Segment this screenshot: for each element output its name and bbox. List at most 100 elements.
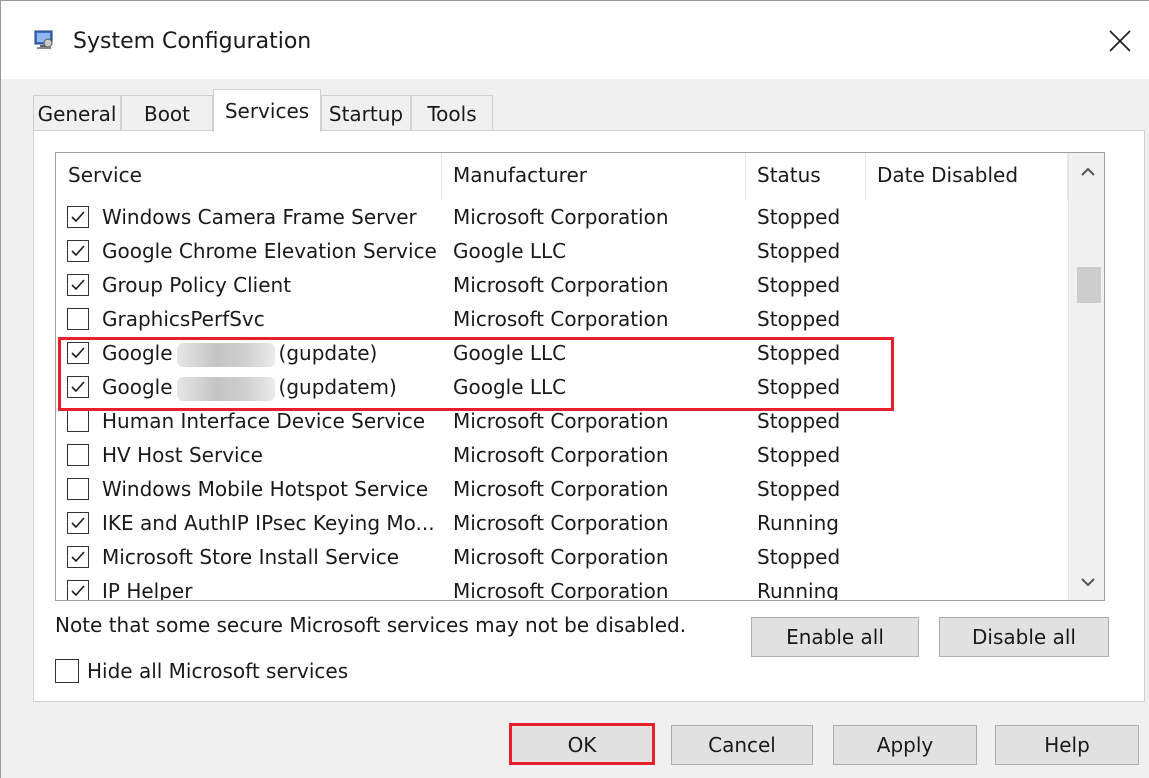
list-header: Service Manufacturer Status Date Disable… — [56, 153, 1068, 200]
service-name-prefix: Google — [102, 341, 173, 365]
service-checkbox[interactable] — [67, 342, 89, 364]
column-header-date-disabled[interactable]: Date Disabled — [877, 163, 1018, 187]
scroll-up-button[interactable] — [1069, 157, 1104, 187]
service-status: Stopped — [757, 443, 841, 467]
table-row[interactable]: Google (gupdatem) Google LLC Stopped — [56, 371, 1068, 405]
help-button[interactable]: Help — [995, 725, 1139, 765]
table-row[interactable]: IKE and AuthIP IPsec Keying Mo... Micros… — [56, 507, 1068, 541]
window-title: System Configuration — [73, 29, 312, 54]
table-row[interactable]: Human Interface Device Service Microsoft… — [56, 405, 1068, 439]
table-row[interactable]: IP Helper Microsoft Corporation Running — [56, 575, 1068, 601]
disable-all-button[interactable]: Disable all — [939, 617, 1109, 657]
table-row[interactable]: Windows Camera Frame Server Microsoft Co… — [56, 201, 1068, 235]
table-row[interactable]: GraphicsPerfSvc Microsoft Corporation St… — [56, 303, 1068, 337]
service-manufacturer: Microsoft Corporation — [453, 205, 669, 229]
service-status: Stopped — [757, 307, 841, 331]
ok-button[interactable]: OK — [511, 725, 653, 765]
service-manufacturer: Google LLC — [453, 239, 567, 263]
checkmark-icon — [71, 245, 85, 257]
service-manufacturer: Microsoft Corporation — [453, 477, 669, 501]
column-divider[interactable] — [865, 153, 866, 200]
apply-button[interactable]: Apply — [833, 725, 977, 765]
tab-services[interactable]: Services — [213, 89, 321, 132]
column-header-status[interactable]: Status — [757, 163, 821, 187]
service-manufacturer: Microsoft Corporation — [453, 307, 669, 331]
hide-microsoft-services-checkbox[interactable] — [55, 659, 79, 683]
redacted-text — [176, 342, 275, 367]
service-checkbox[interactable] — [67, 410, 89, 432]
service-manufacturer: Microsoft Corporation — [453, 409, 669, 433]
service-status: Stopped — [757, 545, 841, 569]
service-name-suffix: (gupdate) — [278, 341, 378, 365]
service-manufacturer: Microsoft Corporation — [453, 511, 669, 535]
hide-microsoft-services-label[interactable]: Hide all Microsoft services — [87, 659, 348, 683]
service-manufacturer: Google LLC — [453, 341, 567, 365]
service-checkbox[interactable] — [67, 512, 89, 534]
table-row[interactable]: Windows Mobile Hotspot Service Microsoft… — [56, 473, 1068, 507]
table-row[interactable]: Google Chrome Elevation Service Google L… — [56, 235, 1068, 269]
scroll-down-button[interactable] — [1069, 567, 1104, 597]
checkmark-icon — [71, 517, 85, 529]
checkmark-icon — [71, 551, 85, 563]
table-row[interactable]: Google (gupdate) Google LLC Stopped — [56, 337, 1068, 371]
table-row[interactable]: Group Policy Client Microsoft Corporatio… — [56, 269, 1068, 303]
msconfig-icon — [34, 30, 53, 49]
service-name: Google (gupdate) — [102, 341, 442, 367]
service-manufacturer: Microsoft Corporation — [453, 443, 669, 467]
service-name-prefix: Google — [102, 375, 173, 399]
column-header-service[interactable]: Service — [68, 163, 142, 187]
title-bar: System Configuration — [1, 1, 1149, 79]
service-status: Stopped — [757, 341, 841, 365]
checkmark-icon — [71, 381, 85, 393]
checkmark-icon — [71, 279, 85, 291]
table-row[interactable]: Microsoft Store Install Service Microsof… — [56, 541, 1068, 575]
service-checkbox[interactable] — [67, 308, 89, 330]
service-manufacturer: Microsoft Corporation — [453, 579, 669, 601]
chevron-down-icon — [1080, 578, 1095, 587]
tab-startup[interactable]: Startup — [321, 95, 411, 131]
redacted-text — [176, 376, 275, 401]
service-name: HV Host Service — [102, 443, 263, 467]
service-checkbox[interactable] — [67, 206, 89, 228]
column-divider[interactable] — [745, 153, 746, 200]
service-name: GraphicsPerfSvc — [102, 307, 265, 331]
service-checkbox[interactable] — [67, 274, 89, 296]
table-row[interactable]: HV Host Service Microsoft Corporation St… — [56, 439, 1068, 473]
close-icon — [1109, 30, 1131, 52]
service-checkbox[interactable] — [67, 376, 89, 398]
service-manufacturer: Microsoft Corporation — [453, 273, 669, 297]
scrollbar-thumb[interactable] — [1077, 267, 1101, 303]
service-name: Group Policy Client — [102, 273, 292, 297]
service-checkbox[interactable] — [67, 478, 89, 500]
vertical-scrollbar[interactable] — [1068, 153, 1104, 600]
close-button[interactable] — [1097, 21, 1143, 61]
service-manufacturer: Microsoft Corporation — [453, 545, 669, 569]
enable-all-button[interactable]: Enable all — [751, 617, 919, 657]
service-name: Microsoft Store Install Service — [102, 545, 400, 569]
service-status: Stopped — [757, 409, 841, 433]
service-checkbox[interactable] — [67, 580, 89, 600]
service-status: Stopped — [757, 273, 841, 297]
checkmark-icon — [71, 211, 85, 223]
tab-general[interactable]: General — [33, 95, 121, 131]
service-name: Google Chrome Elevation Service — [102, 239, 437, 263]
service-status: Stopped — [757, 477, 841, 501]
security-note: Note that some secure Microsoft services… — [55, 613, 687, 637]
service-name-suffix: (gupdatem) — [278, 375, 397, 399]
service-checkbox[interactable] — [67, 546, 89, 568]
service-rows: Windows Camera Frame Server Microsoft Co… — [56, 201, 1068, 601]
column-divider[interactable] — [441, 153, 442, 200]
service-status: Running — [757, 511, 839, 535]
system-configuration-window: System Configuration General Boot Servic… — [0, 0, 1149, 778]
service-name: Windows Mobile Hotspot Service — [102, 477, 429, 501]
tab-boot[interactable]: Boot — [121, 95, 213, 131]
column-header-manufacturer[interactable]: Manufacturer — [453, 163, 587, 187]
cancel-button[interactable]: Cancel — [671, 725, 813, 765]
service-name: IP Helper — [102, 579, 193, 601]
service-manufacturer: Google LLC — [453, 375, 567, 399]
service-name: Human Interface Device Service — [102, 409, 426, 433]
service-checkbox[interactable] — [67, 240, 89, 262]
tab-tools[interactable]: Tools — [411, 95, 493, 131]
service-checkbox[interactable] — [67, 444, 89, 466]
services-list[interactable]: Service Manufacturer Status Date Disable… — [55, 152, 1105, 601]
